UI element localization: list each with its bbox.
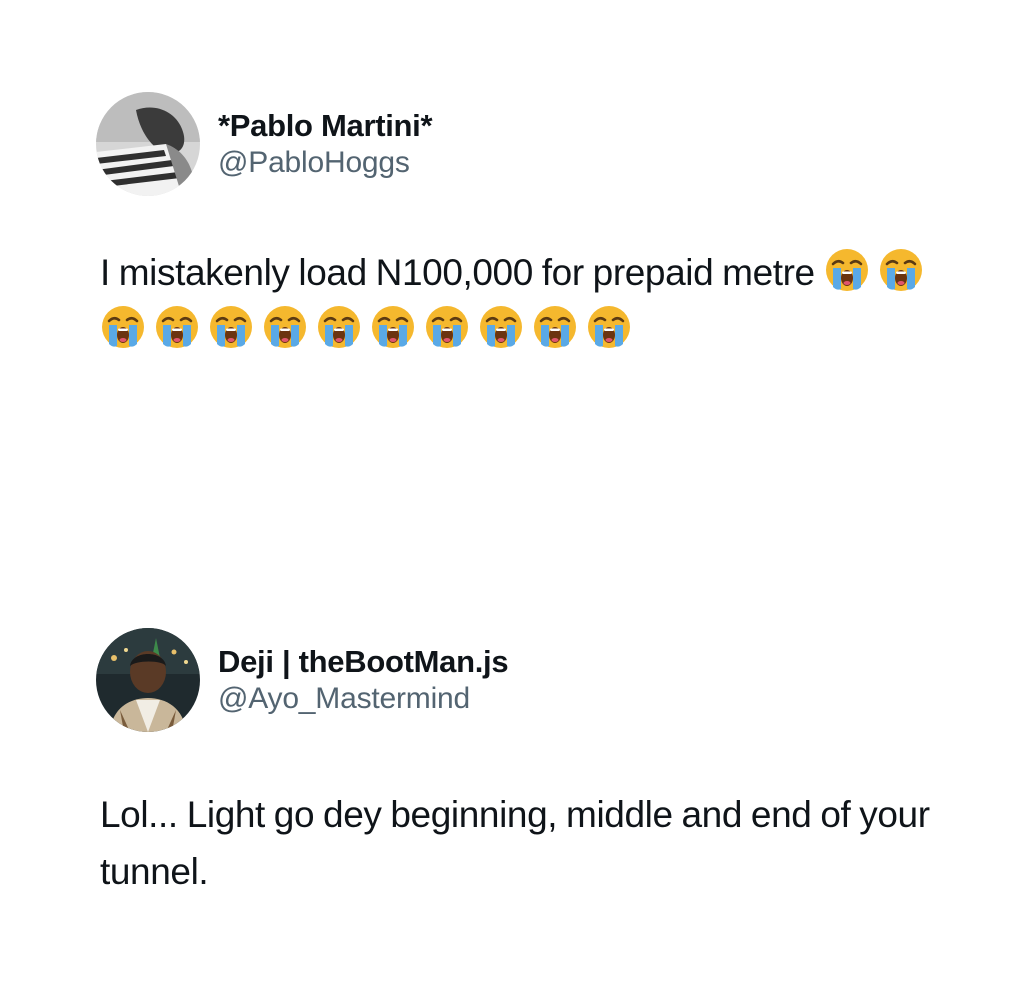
loudly-crying-face-icon xyxy=(100,304,146,350)
loudly-crying-face-icon xyxy=(532,304,578,350)
loudly-crying-face-icon xyxy=(478,304,524,350)
avatar-photo-icon xyxy=(96,628,200,732)
tweet-text: Lol... Light go dey beginning, middle an… xyxy=(100,794,930,892)
author-names: *Pablo Martini* @PabloHoggs xyxy=(218,108,433,182)
avatar-photo-icon xyxy=(96,92,200,196)
loudly-crying-face-icon xyxy=(208,304,254,350)
author-handle[interactable]: @Ayo_Mastermind xyxy=(218,680,508,718)
author-handle[interactable]: @PabloHoggs xyxy=(218,144,432,182)
avatar[interactable] xyxy=(96,92,200,196)
tweet-text: I mistakenly load N100,000 for prepaid m… xyxy=(100,244,960,358)
loudly-crying-face-icon xyxy=(878,247,924,293)
loudly-crying-face-icon xyxy=(370,304,416,350)
avatar[interactable] xyxy=(96,628,200,732)
loudly-crying-face-icon xyxy=(586,304,632,350)
loudly-crying-face-icon xyxy=(824,247,870,293)
loudly-crying-face-icon xyxy=(316,304,362,350)
author-display-name[interactable]: *Pablo Martini* xyxy=(218,108,433,144)
loudly-crying-face-icon xyxy=(262,304,308,350)
author-display-name[interactable]: Deji | theBootMan.js xyxy=(218,644,509,680)
loudly-crying-face-icon xyxy=(424,304,470,350)
tweet-text-content: I mistakenly load N100,000 for prepaid m… xyxy=(100,252,815,293)
loudly-crying-face-icon xyxy=(154,304,200,350)
author-names: Deji | theBootMan.js @Ayo_Mastermind xyxy=(218,644,509,718)
